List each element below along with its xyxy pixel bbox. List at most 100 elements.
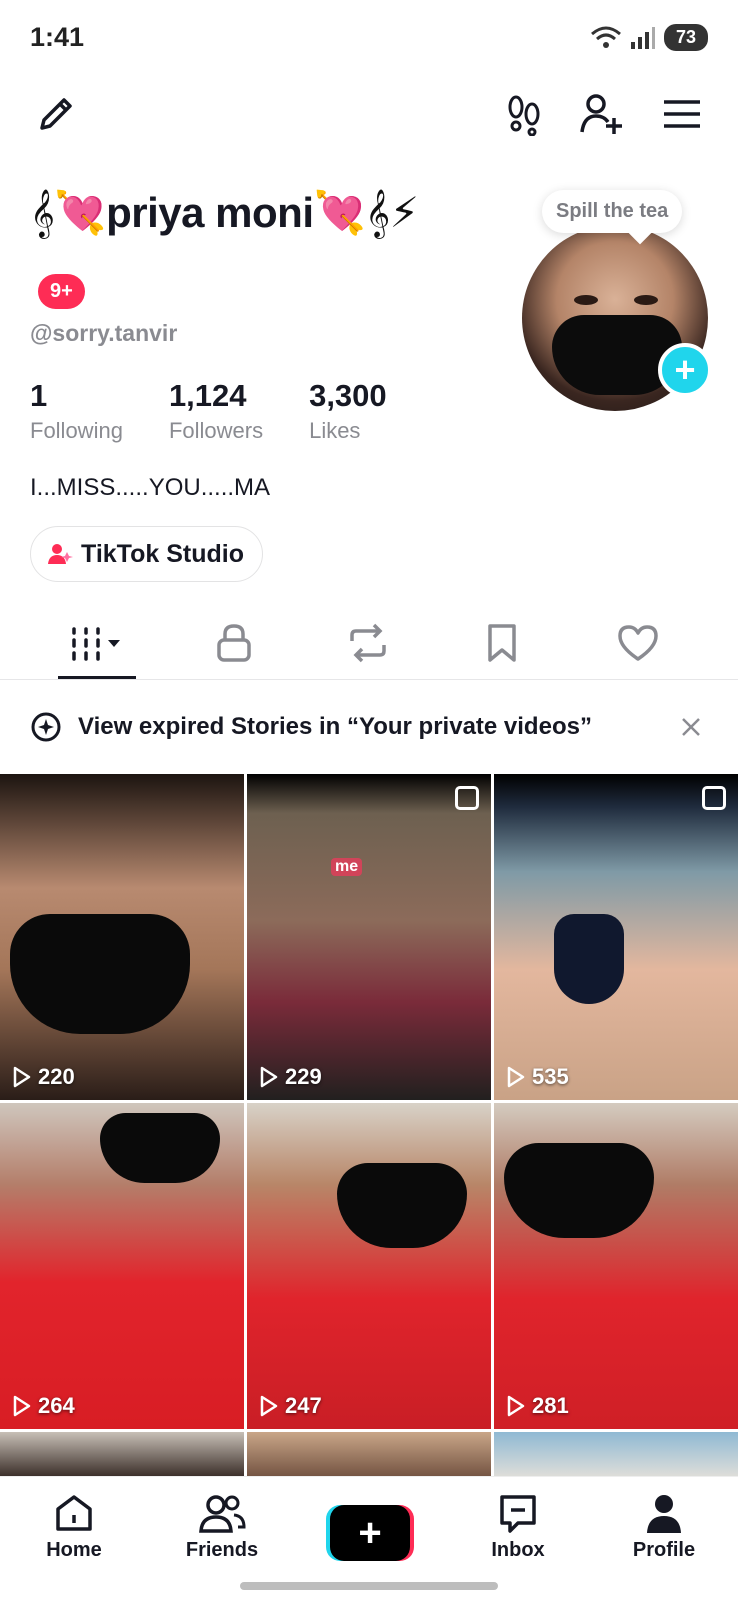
view-count: 229	[259, 1064, 322, 1090]
nav-inbox[interactable]: Inbox	[458, 1491, 578, 1562]
nav-home[interactable]: Home	[14, 1491, 134, 1562]
close-icon[interactable]	[680, 716, 702, 738]
nav-friends-label: Friends	[185, 1539, 259, 1561]
video-thumbnail[interactable]: 535	[494, 774, 738, 1100]
play-icon	[13, 1066, 31, 1088]
play-icon	[507, 1066, 525, 1088]
menu-icon[interactable]	[656, 88, 708, 140]
view-count-value: 535	[532, 1064, 569, 1089]
view-count: 264	[12, 1393, 75, 1419]
grid-icon	[72, 627, 120, 661]
nav-profile-label: Profile	[632, 1539, 696, 1561]
thumbnail-mask	[554, 914, 624, 1004]
thumbnail-mask	[337, 1163, 467, 1248]
stat-value: 1,124	[168, 378, 247, 413]
play-icon	[260, 1395, 278, 1417]
friends-icon	[199, 1495, 246, 1533]
video-thumbnail[interactable]	[247, 1432, 491, 1482]
stat-label: Likes	[309, 418, 361, 443]
stat-value: 3,300	[309, 378, 387, 413]
video-thumbnail[interactable]: 220	[0, 774, 244, 1100]
view-count-value: 281	[532, 1393, 569, 1418]
profile-bio: I...MISS.....YOU.....MA	[30, 474, 271, 501]
plus-icon: +	[330, 1505, 410, 1561]
notification-badge[interactable]: 9+	[38, 274, 85, 309]
add-friend-icon[interactable]	[576, 88, 628, 140]
view-count: 535	[506, 1064, 569, 1090]
expired-stories-text: View expired Stories in “Your private vi…	[78, 713, 592, 740]
nav-friends[interactable]: Friends	[162, 1491, 282, 1562]
heart-icon	[618, 625, 658, 661]
status-icons: 73	[590, 24, 708, 51]
thumbnail-mask	[100, 1113, 220, 1183]
profile-stats: 1 Following 1,124 Followers 3,300 Likes	[30, 378, 387, 444]
video-thumbnail[interactable]	[0, 1432, 244, 1482]
repost-icon	[350, 623, 386, 663]
tab-favorites[interactable]	[452, 608, 552, 678]
stat-value: 1	[30, 378, 48, 413]
tab-reposts[interactable]	[318, 608, 418, 678]
avatar-eye	[634, 295, 658, 305]
video-thumbnail[interactable]	[494, 1432, 738, 1482]
name-prefix-decoration: 𝄞💘	[30, 189, 107, 236]
stat-following[interactable]: 1 Following	[30, 378, 123, 444]
tab-videos[interactable]	[48, 608, 148, 679]
avatar-eye	[574, 295, 598, 305]
tiktok-studio-button[interactable]: TikTok Studio	[30, 526, 263, 582]
thumbnail-mask	[504, 1143, 654, 1238]
view-count: 247	[259, 1393, 322, 1419]
video-overlay-label: me	[331, 858, 363, 876]
view-count: 281	[506, 1393, 569, 1419]
bookmark-icon	[488, 624, 516, 662]
stat-likes[interactable]: 3,300 Likes	[309, 378, 387, 444]
avatar-container[interactable]: +	[522, 225, 712, 411]
view-count-value: 264	[38, 1393, 75, 1418]
username: @sorry.tanvir	[30, 320, 178, 346]
view-count-value: 247	[285, 1393, 322, 1418]
footprints-icon[interactable]	[498, 88, 550, 140]
name-suffix-decoration: 💘𝄞⚡	[313, 189, 420, 236]
top-bar	[0, 88, 738, 148]
display-name-text: priya moni	[106, 189, 314, 236]
create-button[interactable]: +	[326, 1505, 414, 1561]
video-thumbnail[interactable]: 281	[494, 1103, 738, 1429]
status-time: 1:41	[30, 22, 85, 52]
view-count-value: 229	[285, 1064, 322, 1089]
edit-pencil-icon[interactable]	[30, 88, 82, 140]
play-icon	[260, 1066, 278, 1088]
multi-photo-icon	[702, 786, 726, 810]
status-bar: 1:41 73	[0, 0, 738, 76]
expired-stories-banner[interactable]: View expired Stories in “Your private vi…	[0, 692, 738, 762]
add-story-plus-icon[interactable]: +	[658, 343, 712, 397]
home-indicator[interactable]	[240, 1582, 498, 1590]
video-thumbnail[interactable]: 247	[247, 1103, 491, 1429]
studio-icon	[48, 544, 73, 564]
nav-profile[interactable]: Profile	[604, 1491, 724, 1562]
video-thumbnail[interactable]: 264	[0, 1103, 244, 1429]
lock-icon	[217, 624, 251, 662]
video-thumbnail[interactable]: me 229	[247, 774, 491, 1100]
nav-home-label: Home	[46, 1539, 102, 1561]
signal-icon	[631, 26, 655, 49]
inbox-icon	[500, 1495, 536, 1533]
tab-liked[interactable]	[588, 608, 688, 678]
play-icon	[507, 1395, 525, 1417]
multi-photo-icon	[455, 786, 479, 810]
active-tab-indicator	[58, 676, 136, 679]
stat-followers[interactable]: 1,124 Followers	[169, 378, 263, 444]
battery-indicator: 73	[664, 24, 708, 51]
note-bubble[interactable]: Spill the tea	[542, 190, 683, 233]
tiktok-studio-label: TikTok Studio	[81, 539, 244, 568]
play-icon	[13, 1395, 31, 1417]
wifi-icon	[591, 26, 621, 48]
stat-label: Following	[30, 418, 123, 443]
story-sparkle-icon	[31, 712, 61, 742]
view-count: 220	[12, 1064, 75, 1090]
stat-label: Followers	[168, 418, 264, 443]
view-count-value: 220	[38, 1064, 75, 1089]
profile-icon	[647, 1495, 681, 1533]
profile-display-name: 𝄞💘priya moni💘𝄞⚡	[30, 188, 419, 238]
tab-private[interactable]	[184, 608, 284, 678]
thumbnail-mask	[10, 914, 190, 1034]
home-icon	[56, 1495, 92, 1531]
